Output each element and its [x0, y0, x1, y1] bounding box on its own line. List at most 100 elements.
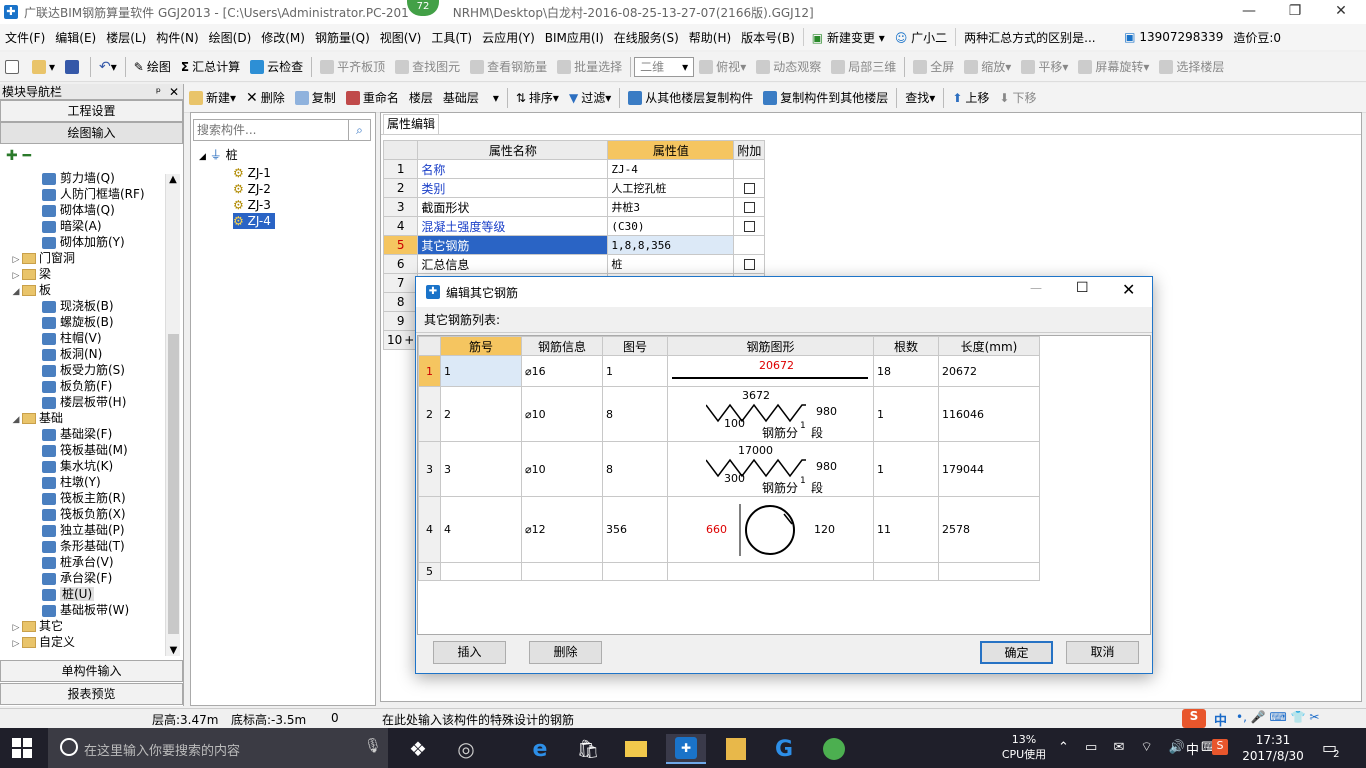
menu-rebar[interactable]: 钢筋量(Q) [310, 29, 375, 46]
task-view-icon[interactable]: ❖ [398, 734, 438, 764]
bar-no-cell[interactable] [440, 562, 522, 581]
count-cell[interactable]: 1 [873, 441, 939, 497]
nav-close-icon[interactable]: ✕ [169, 84, 179, 100]
nav-item[interactable]: 集水坑(K) [42, 458, 113, 474]
dynamic-view-button[interactable]: 动态观察 [751, 55, 826, 79]
copy-component-button[interactable]: 复制 [290, 86, 341, 110]
property-value-cell[interactable]: (C30) [607, 216, 735, 236]
notification-center-icon[interactable]: ▭2 [1322, 738, 1344, 760]
view-rebar-button[interactable]: 查看钢筋量 [465, 55, 552, 79]
close-window-button[interactable]: ✕ [1318, 0, 1364, 24]
fig-no-cell[interactable]: 8 [602, 441, 668, 497]
undo-button[interactable]: ↶ ▾ [94, 55, 122, 79]
move-down-button[interactable]: ⬇ 下移 [994, 86, 1041, 110]
store-icon[interactable]: 🛍 [568, 734, 608, 764]
property-row[interactable]: 3 截面形状 井桩3 [382, 197, 766, 217]
nav-item[interactable]: 楼层板带(H) [42, 394, 126, 410]
ok-button[interactable]: 确定 [980, 641, 1053, 664]
nav-item[interactable]: 暗梁(A) [42, 218, 102, 234]
new-change-button[interactable]: ▣ 新建变更 ▾ [807, 29, 890, 46]
nav-item[interactable]: 砌体墙(Q) [42, 202, 115, 218]
bar-no-cell[interactable]: 1 [440, 355, 522, 387]
shape-cell[interactable]: 660 120 [667, 496, 874, 563]
collapse-arrow-icon[interactable]: ◢ [10, 412, 22, 428]
local-3d-button[interactable]: 局部三维 [826, 55, 901, 79]
menu-modify[interactable]: 修改(M) [256, 29, 310, 46]
rename-button[interactable]: 重命名 [341, 86, 404, 110]
dialog-close-button[interactable]: ✕ [1122, 280, 1135, 299]
component-search-input[interactable] [193, 119, 349, 141]
property-value-cell[interactable]: 井桩3 [607, 197, 735, 217]
rotate-button[interactable]: 屏幕旋转 ▾ [1073, 55, 1154, 79]
nav-item[interactable]: 板洞(N) [42, 346, 102, 362]
new-file-button[interactable] [0, 55, 27, 79]
length-cell[interactable]: 179044 [938, 441, 1040, 497]
cloud-check-button[interactable]: 云检查 [245, 55, 308, 79]
nav-folder[interactable]: ▷ 其它 [10, 618, 63, 634]
rebar-row[interactable]: 1 1 ⌀16 1 20672 18 20672 [418, 355, 1040, 387]
nav-item[interactable]: 螺旋板(B) [42, 314, 114, 330]
nav-item[interactable]: 现浇板(B) [42, 298, 114, 314]
nav-folder[interactable]: ▷ 门窗洞 [10, 250, 75, 266]
component-item[interactable]: ⚙ ZJ-3 [233, 197, 375, 213]
menu-version[interactable]: 版本号(B) [736, 29, 800, 46]
ime-mode[interactable]: 中 [1214, 710, 1227, 729]
fig-no-cell[interactable]: 8 [602, 386, 668, 442]
top-view-button[interactable]: 俯视 ▾ [694, 55, 751, 79]
dialog-maximize-button[interactable]: ☐ [1076, 280, 1089, 296]
shape-cell[interactable]: 3672 980 100 钢筋分 1 段 [667, 386, 874, 442]
tree-root-pile[interactable]: ◢ ⏚ 桩 [199, 147, 375, 165]
expand-row-icon[interactable]: + [404, 333, 414, 347]
menu-view[interactable]: 视图(V) [375, 29, 427, 46]
nav-item[interactable]: 剪力墙(Q) [42, 170, 115, 186]
menu-draw[interactable]: 绘图(D) [204, 29, 257, 46]
start-button[interactable] [12, 738, 34, 758]
file-explorer-icon[interactable] [616, 734, 656, 764]
expand-arrow-icon[interactable]: ▷ [10, 636, 22, 652]
find-button[interactable]: 查找 ▾ [900, 86, 940, 110]
nav-item[interactable]: 柱墩(Y) [42, 474, 101, 490]
property-value-cell[interactable]: 桩 [607, 254, 735, 274]
tray-ime[interactable]: 中 [1186, 739, 1199, 758]
single-component-input-button[interactable]: 单构件输入 [0, 660, 183, 682]
property-value-cell[interactable]: ZJ-4 [607, 159, 735, 179]
property-value-cell[interactable]: 人工挖孔桩 [607, 178, 735, 198]
zoom-button[interactable]: 缩放 ▾ [959, 55, 1016, 79]
rebar-row[interactable]: 2 2 ⌀10 8 3672 980 100 钢筋分 1 段 1 116046 [418, 386, 1040, 442]
cpu-meter[interactable]: 13% CPU使用 [1000, 732, 1048, 762]
draw-button[interactable]: ✎ 绘图 [129, 55, 176, 79]
collapse-all-icon[interactable]: ━ [23, 148, 31, 164]
nav-item[interactable]: 桩承台(V) [42, 554, 114, 570]
component-item-selected[interactable]: ⚙ ZJ-4 [233, 213, 275, 229]
shape-cell[interactable]: 20672 [667, 355, 874, 387]
bar-no-cell[interactable]: 3 [440, 441, 522, 497]
app-swirl-icon[interactable]: ◎ [446, 734, 486, 764]
sum-calc-button[interactable]: Σ 汇总计算 [176, 55, 245, 79]
property-row[interactable]: 5 其它钢筋 1,8,8,356 [382, 235, 766, 255]
copy-to-floor-button[interactable]: 复制构件到其他楼层 [758, 86, 893, 110]
bar-info-cell[interactable]: ⌀16 [521, 355, 603, 387]
insert-button[interactable]: 插入 [433, 641, 506, 664]
fig-no-cell[interactable]: 356 [602, 496, 668, 563]
dialog-minimize-button[interactable]: — [1030, 281, 1042, 295]
nav-item[interactable]: 桩(U) [42, 586, 95, 602]
nav-item[interactable]: 基础梁(F) [42, 426, 112, 442]
nav-item[interactable]: 条形基础(T) [42, 538, 125, 554]
edge-browser-icon[interactable]: e [520, 734, 560, 764]
count-cell[interactable]: 1 [873, 386, 939, 442]
menu-help[interactable]: 帮助(H) [684, 29, 736, 46]
rebar-row-empty[interactable]: 5 [418, 562, 1040, 581]
cost-beans[interactable]: 造价豆:0 [1228, 29, 1286, 46]
extra-checkbox[interactable] [743, 183, 755, 194]
menu-tools[interactable]: 工具(T) [426, 29, 477, 46]
length-cell[interactable] [938, 562, 1040, 581]
nav-item[interactable]: 砌体加筋(Y) [42, 234, 125, 250]
nav-item[interactable]: 筏板主筋(R) [42, 490, 126, 506]
save-button[interactable] [60, 55, 87, 79]
nav-folder[interactable]: ◢ 基础 [10, 410, 63, 426]
menu-edit[interactable]: 编辑(E) [50, 29, 101, 46]
nav-folder[interactable]: ▷ 自定义 [10, 634, 75, 650]
user-account[interactable]: ▣ 13907298339 [1119, 30, 1228, 44]
extra-checkbox[interactable] [743, 259, 755, 270]
length-cell[interactable]: 2578 [938, 496, 1040, 563]
